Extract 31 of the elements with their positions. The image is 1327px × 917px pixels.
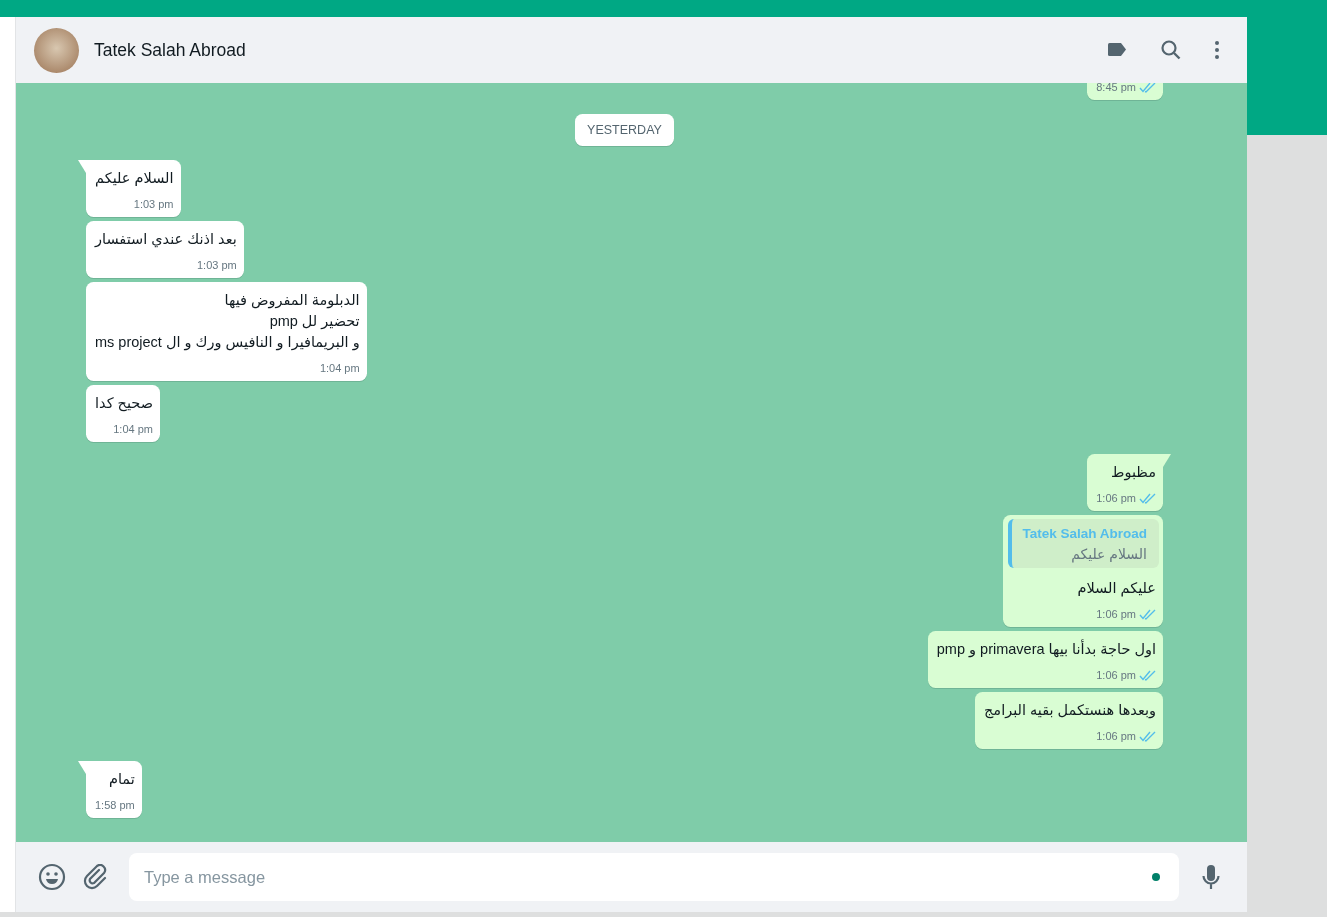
message-time: 1:04 pm xyxy=(319,361,360,376)
search-icon[interactable] xyxy=(1159,38,1183,62)
message-text: تمام xyxy=(107,770,135,789)
message-time: 8:45 pm xyxy=(1096,83,1136,95)
message-text: السلام عليكم xyxy=(95,169,174,189)
message-time: 1:06 pm xyxy=(1096,668,1136,683)
quoted-text: السلام عليكم xyxy=(1070,546,1147,562)
message-time: 1:06 pm xyxy=(1096,607,1136,622)
message-text: وبعدها هنستكمل بقيه البرامج xyxy=(984,701,1156,721)
paperclip-icon[interactable] xyxy=(83,864,109,890)
date-chip: YESTERDAY xyxy=(575,114,674,146)
contact-name[interactable]: Tatek Salah Abroad xyxy=(94,39,1105,61)
message-text: بعد اذنك عندي استفسار xyxy=(95,230,237,250)
message-text: اول حاجة بدأنا بيها primavera و pmp xyxy=(936,638,1156,660)
emoji-icon[interactable] xyxy=(38,863,66,891)
message-time: 1:58 pm xyxy=(95,798,135,813)
indicator-dot-icon xyxy=(1152,873,1160,881)
message-time: 1:04 pm xyxy=(113,422,153,437)
message-text: مظبوط xyxy=(1110,463,1156,483)
microphone-icon[interactable] xyxy=(1201,863,1221,891)
message-time: 1:06 pm xyxy=(1096,729,1136,744)
message-time: 1:03 pm xyxy=(196,258,237,273)
message-text: الدبلومة المفروض فيها تحضير لل pmp و البريمافيرا و النافيس ورك و ال ms project xyxy=(95,291,360,353)
contact-avatar[interactable] xyxy=(34,27,79,73)
message-text: صحيح كدا xyxy=(95,394,153,414)
menu-icon[interactable] xyxy=(1213,38,1221,62)
quoted-author: Tatek Salah Abroad xyxy=(1022,526,1147,541)
message-input[interactable]: Type a message xyxy=(129,853,1179,901)
message-time: 1:03 pm xyxy=(133,197,174,212)
message-time: 1:06 pm xyxy=(1096,491,1136,506)
message-text: عليكم السلام xyxy=(1076,579,1156,599)
